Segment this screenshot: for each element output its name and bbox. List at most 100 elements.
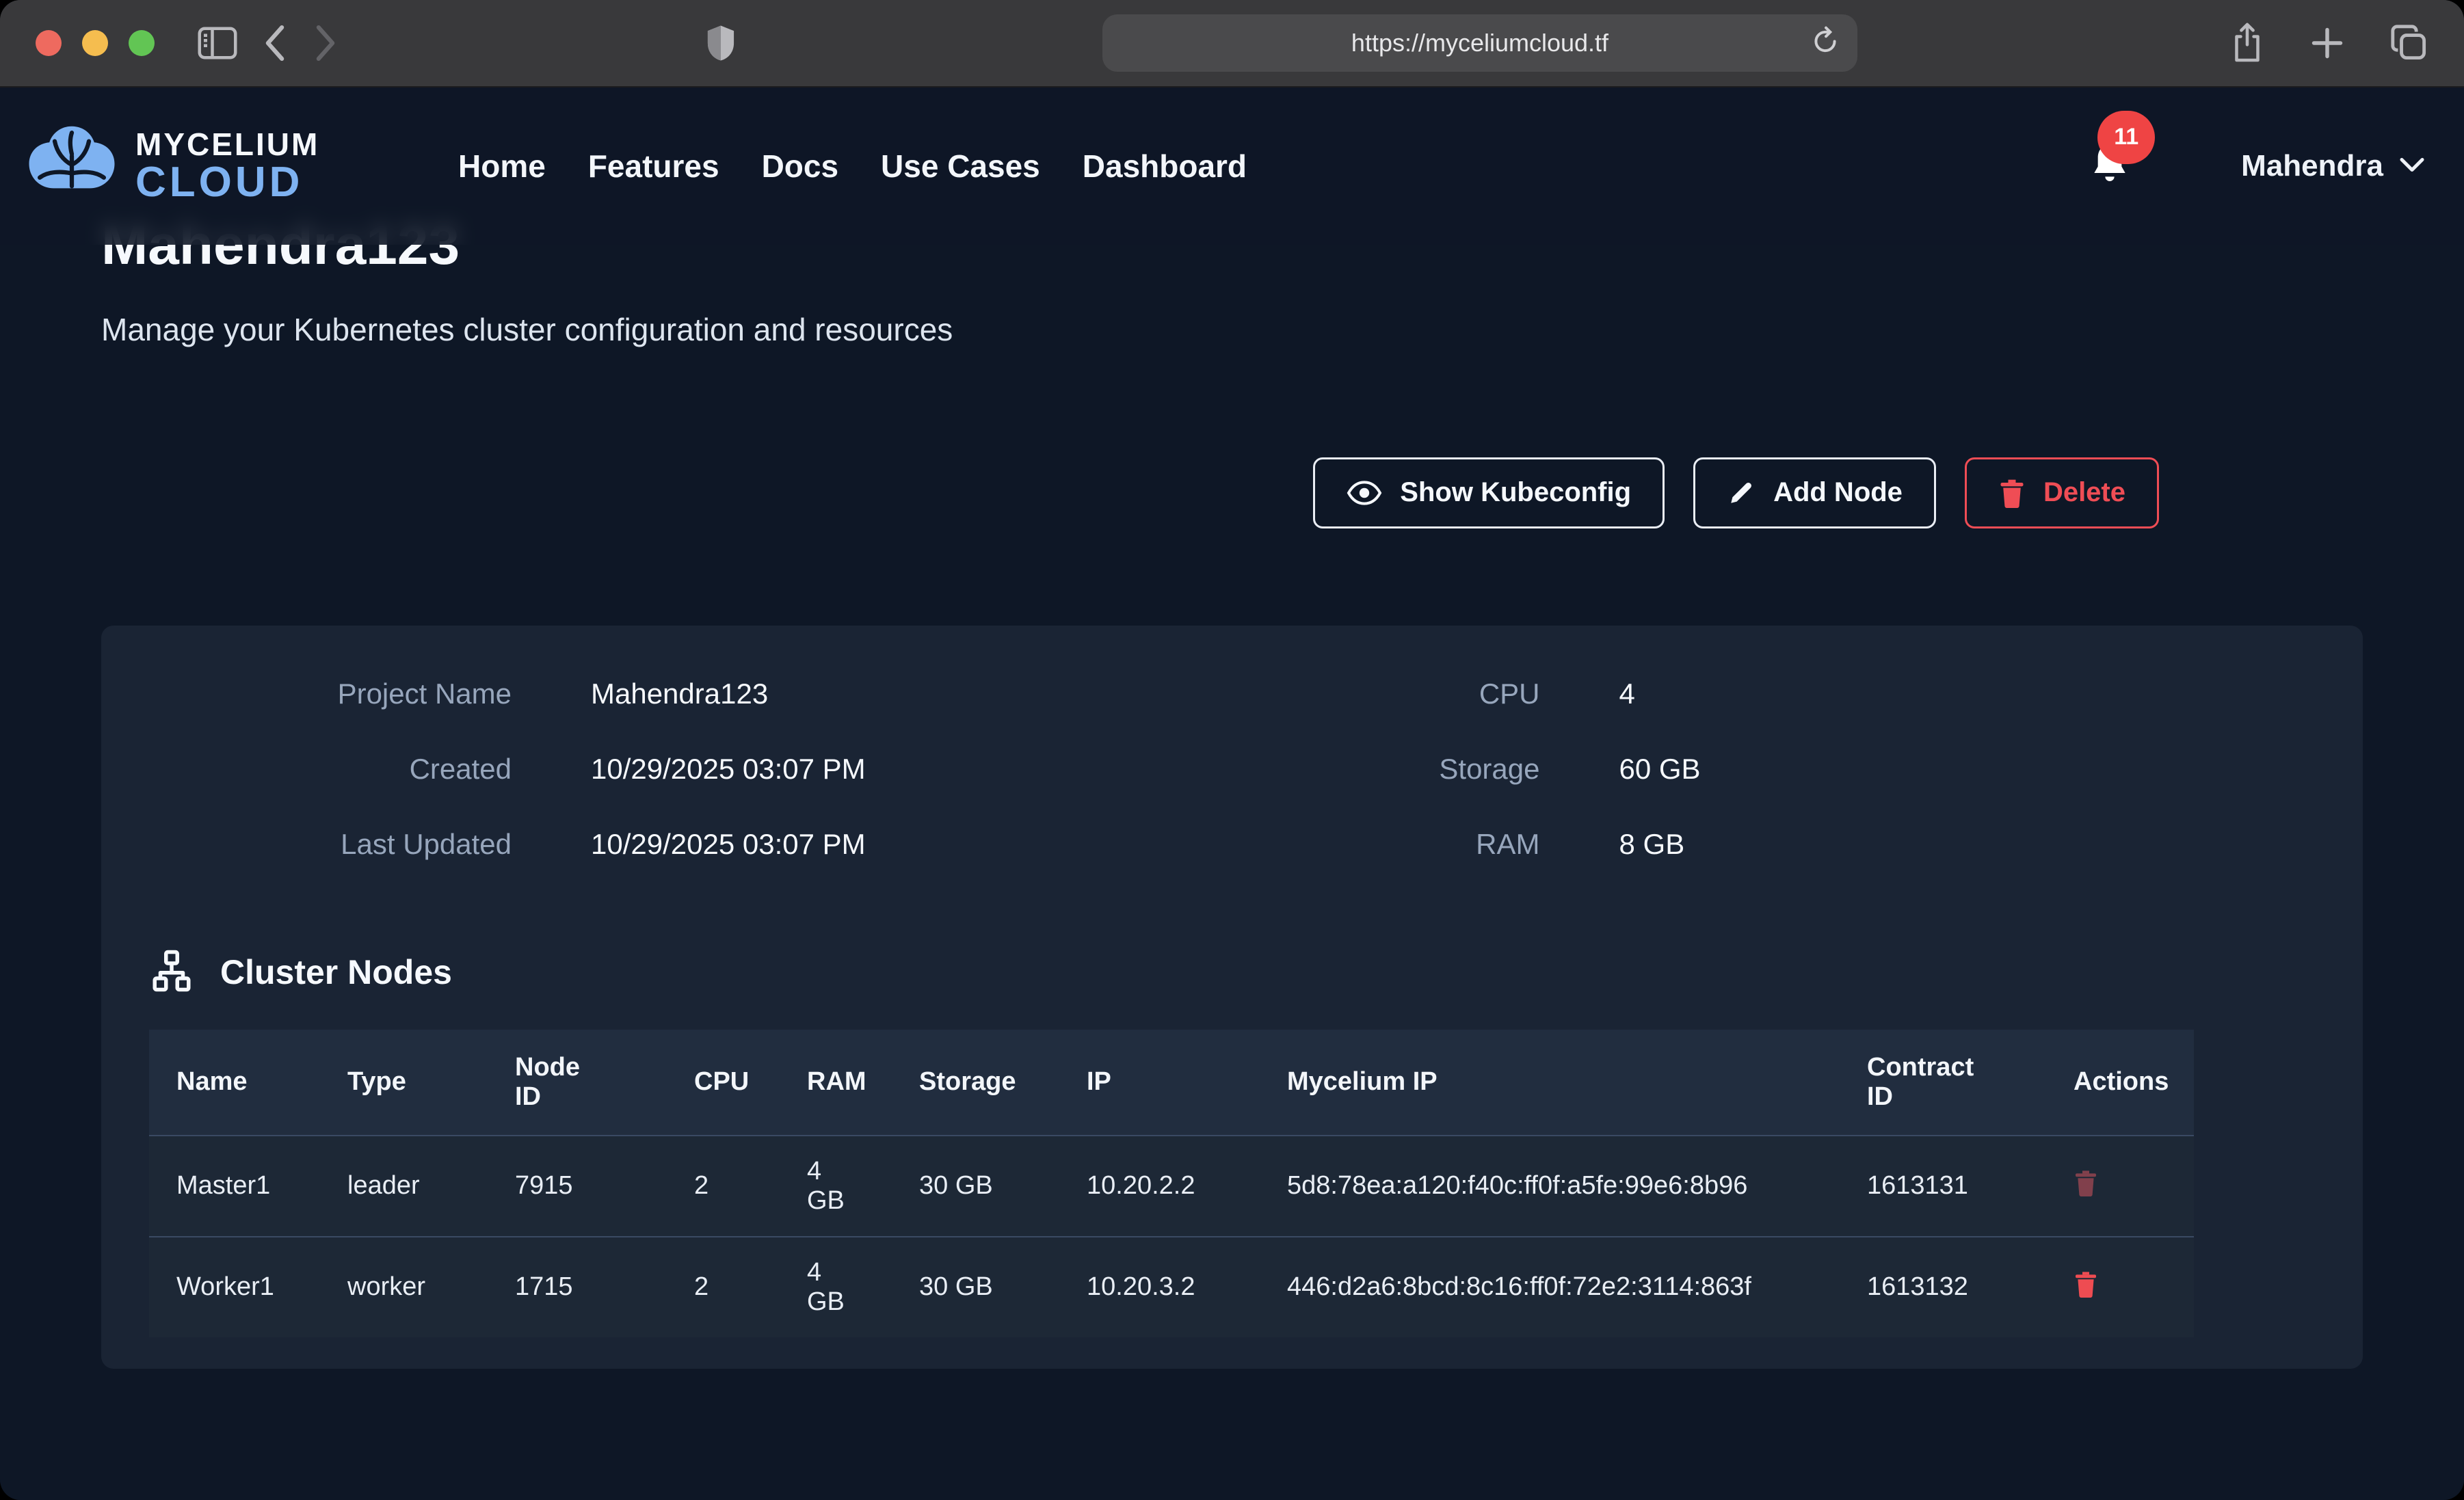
node-storage: 30 GB	[892, 1136, 1059, 1237]
col-cpu: CPU	[667, 1030, 780, 1136]
project-name-value: Mahendra123	[591, 678, 768, 710]
forward-button[interactable]	[312, 24, 339, 62]
node-contract-id: 1613132	[1840, 1237, 2046, 1337]
created-label: Created	[149, 753, 512, 786]
page-viewport: MYCELIUM CLOUD Home Features Docs Use Ca…	[0, 88, 2464, 1500]
node-type: leader	[320, 1136, 488, 1237]
ram-value: 8 GB	[1619, 828, 1685, 861]
pencil-icon	[1727, 479, 1756, 507]
cluster-nodes-table: Name Type Node ID CPU RAM Storage IP Myc…	[149, 1030, 2194, 1337]
last-updated-label: Last Updated	[149, 828, 512, 861]
site-navbar: MYCELIUM CLOUD Home Features Docs Use Ca…	[0, 88, 2464, 245]
browser-window: https://myceliumcloud.tf	[0, 0, 2464, 1500]
node-cpu: 2	[667, 1136, 780, 1237]
node-type: worker	[320, 1237, 488, 1337]
user-name: Mahendra	[2241, 149, 2383, 183]
ram-label: RAM	[1232, 828, 1540, 861]
cpu-value: 4	[1619, 678, 1635, 710]
table-row: Worker1 worker 1715 2 4 GB 30 GB 10.20.3…	[149, 1237, 2194, 1337]
show-kubeconfig-label: Show Kubeconfig	[1400, 477, 1631, 508]
col-ram: RAM	[780, 1030, 892, 1136]
new-tab-icon[interactable]	[2309, 25, 2345, 61]
node-ram: 4 GB	[780, 1237, 892, 1337]
minimize-window-button[interactable]	[82, 30, 108, 56]
cluster-nodes-title: Cluster Nodes	[220, 952, 452, 992]
share-icon[interactable]	[2230, 22, 2264, 64]
sidebar-toggle-icon[interactable]	[197, 26, 238, 60]
eye-icon	[1347, 479, 1382, 507]
navbar-right: 11 Mahendra	[2088, 141, 2426, 192]
col-actions: Actions	[2046, 1030, 2194, 1136]
url-text: https://myceliumcloud.tf	[1351, 29, 1608, 57]
brand-name-line2: CLOUD	[135, 161, 319, 204]
col-ip: IP	[1059, 1030, 1260, 1136]
node-ram: 4 GB	[780, 1136, 892, 1237]
storage-label: Storage	[1232, 753, 1540, 786]
toolbar-right-icons	[2223, 22, 2428, 64]
node-contract-id: 1613131	[1840, 1136, 2046, 1237]
nav-link-dashboard[interactable]: Dashboard	[1083, 148, 1247, 185]
address-bar[interactable]: https://myceliumcloud.tf	[1102, 14, 1857, 72]
user-menu[interactable]: Mahendra	[2241, 149, 2426, 183]
col-storage: Storage	[892, 1030, 1059, 1136]
close-window-button[interactable]	[36, 30, 62, 56]
table-row: Master1 leader 7915 2 4 GB 30 GB 10.20.2…	[149, 1136, 2194, 1237]
cpu-label: CPU	[1232, 678, 1540, 710]
brand-name-line1: MYCELIUM	[135, 129, 319, 161]
col-type: Type	[320, 1030, 488, 1136]
show-kubeconfig-button[interactable]: Show Kubeconfig	[1313, 457, 1665, 528]
table-header-row: Name Type Node ID CPU RAM Storage IP Myc…	[149, 1030, 2194, 1136]
node-actions	[2046, 1237, 2194, 1337]
cluster-nodes-header: Cluster Nodes	[149, 948, 2315, 997]
cluster-info: Project Name Mahendra123 Created 10/29/2…	[149, 678, 2315, 861]
col-mycelium-ip: Mycelium IP	[1260, 1030, 1840, 1136]
brand[interactable]: MYCELIUM CLOUD	[21, 113, 458, 219]
node-actions	[2046, 1136, 2194, 1237]
node-ip: 10.20.2.2	[1059, 1136, 1260, 1237]
cluster-actions: Show Kubeconfig Add Node	[101, 457, 2363, 528]
cluster-details-panel: Project Name Mahendra123 Created 10/29/2…	[101, 626, 2363, 1369]
zoom-window-button[interactable]	[129, 30, 155, 56]
network-icon	[149, 948, 194, 997]
node-name: Worker1	[149, 1237, 320, 1337]
col-contract-id: Contract ID	[1840, 1030, 2046, 1136]
col-name: Name	[149, 1030, 320, 1136]
browser-toolbar: https://myceliumcloud.tf	[0, 0, 2464, 88]
add-node-label: Add Node	[1773, 477, 1903, 508]
notification-badge: 11	[2097, 111, 2155, 164]
bell-icon	[2088, 180, 2132, 191]
tab-overview-icon[interactable]	[2390, 24, 2428, 62]
window-controls	[36, 30, 155, 56]
node-mycelium-ip: 5d8:78ea:a120:f40c:ff0f:a5fe:99e6:8b96	[1260, 1136, 1840, 1237]
node-mycelium-ip: 446:d2a6:8bcd:8c16:ff0f:72e2:3114:863f	[1260, 1237, 1840, 1337]
notifications-button[interactable]: 11	[2088, 141, 2132, 192]
main-content: Mahendra123 Manage your Kubernetes clust…	[0, 216, 2464, 1369]
trash-icon	[1998, 478, 2026, 508]
page-subtitle: Manage your Kubernetes cluster configura…	[101, 311, 2363, 348]
project-name-label: Project Name	[149, 678, 512, 710]
created-value: 10/29/2025 03:07 PM	[591, 753, 866, 786]
col-node-id: Node ID	[488, 1030, 667, 1136]
add-node-button[interactable]: Add Node	[1693, 457, 1936, 528]
node-cpu: 2	[667, 1237, 780, 1337]
nav-link-docs[interactable]: Docs	[762, 148, 838, 185]
delete-node-button[interactable]	[2074, 1270, 2098, 1298]
node-id: 7915	[488, 1136, 667, 1237]
nav-link-use-cases[interactable]: Use Cases	[881, 148, 1040, 185]
delete-cluster-button[interactable]: Delete	[1965, 457, 2159, 528]
mycelium-logo	[21, 113, 123, 219]
chevron-down-icon	[2398, 156, 2426, 177]
last-updated-value: 10/29/2025 03:07 PM	[591, 828, 866, 861]
nav-link-home[interactable]: Home	[458, 148, 546, 185]
node-id: 1715	[488, 1237, 667, 1337]
node-name: Master1	[149, 1136, 320, 1237]
reload-icon[interactable]	[1811, 26, 1840, 61]
node-ip: 10.20.3.2	[1059, 1237, 1260, 1337]
shield-icon[interactable]	[705, 24, 737, 62]
delete-label: Delete	[2043, 477, 2125, 508]
back-button[interactable]	[261, 24, 289, 62]
delete-node-button[interactable]	[2074, 1169, 2098, 1196]
nav-links: Home Features Docs Use Cases Dashboard	[458, 148, 1247, 185]
nav-link-features[interactable]: Features	[588, 148, 719, 185]
node-storage: 30 GB	[892, 1237, 1059, 1337]
